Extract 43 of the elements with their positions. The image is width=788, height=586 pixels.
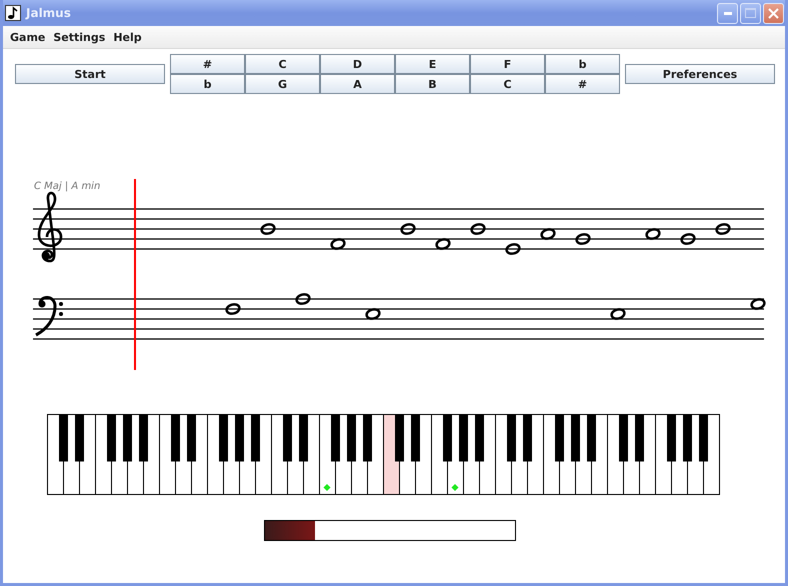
treble-clef-icon (38, 192, 62, 262)
start-button[interactable]: Start (15, 64, 165, 84)
whole-note (505, 243, 521, 255)
whole-note (540, 228, 556, 240)
note-button[interactable]: E (395, 54, 470, 74)
whole-note (225, 303, 241, 315)
note-button[interactable]: # (545, 74, 620, 94)
whole-note (295, 293, 311, 305)
whole-note (400, 223, 416, 235)
note-button[interactable]: F (470, 54, 545, 74)
maximize-icon (745, 8, 756, 18)
menu-item[interactable]: Game (6, 30, 50, 44)
note-button[interactable]: G (245, 74, 320, 94)
whole-note (750, 298, 766, 310)
music-note-icon (5, 5, 21, 21)
preferences-button[interactable]: Preferences (625, 64, 775, 84)
note-button[interactable]: B (395, 74, 470, 94)
menu-item[interactable]: Help (109, 30, 146, 44)
minimize-button[interactable] (717, 2, 738, 24)
whole-note (435, 238, 451, 250)
whole-note (575, 233, 591, 245)
whole-note (645, 228, 661, 240)
key-signature-label: C Maj | A min (34, 181, 100, 192)
note-button[interactable]: C (470, 74, 545, 94)
note-button[interactable]: b (545, 54, 620, 74)
whole-note (470, 223, 486, 235)
menu-item[interactable]: Settings (49, 30, 110, 44)
whole-note (715, 223, 731, 235)
note-button[interactable]: b (170, 74, 245, 94)
whole-note (260, 223, 276, 235)
note-button[interactable]: # (170, 54, 245, 74)
note-button[interactable]: A (320, 74, 395, 94)
whole-note (610, 308, 626, 320)
whole-note (365, 308, 381, 320)
note-button[interactable]: D (320, 54, 395, 74)
minimize-icon (724, 12, 732, 14)
whole-note (330, 238, 346, 250)
window-title: Jalmus (26, 6, 72, 20)
whole-note (680, 233, 696, 245)
note-button[interactable]: C (245, 54, 320, 74)
close-button[interactable] (763, 2, 784, 24)
bass-clef-icon (35, 296, 63, 336)
close-icon (768, 8, 779, 18)
